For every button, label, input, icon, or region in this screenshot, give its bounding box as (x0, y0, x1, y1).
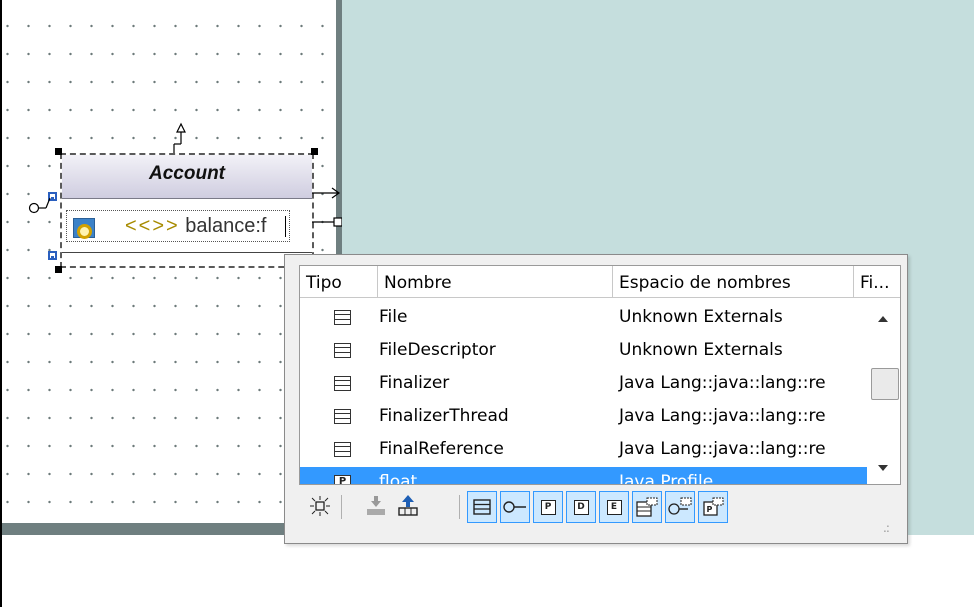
filter-template-classes-button[interactable] (632, 491, 662, 523)
import-button[interactable] (361, 491, 391, 523)
window-bottom-area (2, 535, 974, 607)
item-name: File (379, 307, 408, 327)
class-icon (334, 442, 351, 457)
uml-class-box[interactable]: Account <<>> balance:f (60, 153, 314, 268)
sunburst-icon (310, 496, 330, 516)
column-header-namespace[interactable]: Espacio de nombres (613, 266, 854, 298)
template-primitive-icon: P (703, 497, 724, 516)
list-item[interactable]: FileDescriptor Unknown Externals (300, 335, 867, 368)
template-interface-icon (668, 497, 692, 515)
scroll-thumb[interactable] (871, 368, 899, 400)
column-header-file[interactable]: Fi... (854, 266, 900, 298)
enumeration-filter-icon: E (606, 499, 622, 515)
add-operation-handle[interactable] (48, 251, 57, 260)
vertical-scrollbar[interactable] (867, 298, 900, 484)
item-namespace: Java Lang::java::lang::re (619, 406, 826, 426)
class-header[interactable]: Account (62, 155, 312, 199)
text-caret (285, 216, 286, 237)
class-icon (334, 343, 351, 358)
filter-interfaces-button[interactable] (500, 491, 530, 523)
datatype-filter-icon: D (573, 499, 589, 515)
attribute-text[interactable]: <<>> balance:f (125, 215, 266, 238)
primitive-icon: P (334, 475, 351, 484)
item-namespace: Java Lang::java::lang::re (619, 439, 826, 459)
show-all-button[interactable] (305, 491, 335, 523)
svg-text:P: P (707, 505, 713, 514)
class-filter-icon (473, 499, 491, 515)
association-arrow (312, 187, 341, 199)
export-arrow-icon (398, 495, 418, 516)
class-icon (334, 409, 351, 424)
filter-template-primitives-button[interactable]: P (698, 491, 728, 523)
class-name[interactable]: Account (62, 163, 312, 185)
attribute-value: balance:f (185, 215, 267, 237)
scroll-down-icon[interactable] (878, 465, 888, 471)
list-item-selected[interactable]: P float Java Profile (300, 467, 867, 485)
toolbar-separator (341, 495, 342, 519)
property-connector (312, 217, 342, 227)
compartment-divider (62, 252, 312, 253)
type-list[interactable]: Tipo Nombre Espacio de nombres Fi... Fil… (299, 265, 901, 485)
filter-enumerations-button[interactable]: E (599, 491, 629, 523)
filter-classes-button[interactable] (467, 491, 497, 523)
column-header-name[interactable]: Nombre (378, 266, 613, 298)
filter-primitives-button[interactable]: P (533, 491, 563, 523)
resize-handle-top-right[interactable] (311, 148, 318, 155)
item-name: Finalizer (379, 373, 450, 393)
class-icon (334, 310, 351, 325)
toolbar-separator (459, 495, 460, 519)
export-button[interactable] (393, 491, 423, 523)
item-namespace: Unknown Externals (619, 307, 783, 327)
filter-datatypes-button[interactable]: D (566, 491, 596, 523)
item-name: FinalReference (379, 439, 504, 459)
primitive-filter-icon: P (540, 499, 556, 515)
property-icon (73, 218, 95, 239)
item-name: float (379, 472, 418, 485)
interface-filter-icon (503, 501, 526, 513)
attribute-edit-field[interactable]: <<>> balance:f (66, 210, 290, 242)
stereotype-text: <<>> (125, 215, 180, 237)
resize-handle-top-left[interactable] (55, 148, 62, 155)
list-item[interactable]: FinalizerThread Java Lang::java::lang::r… (300, 401, 867, 434)
item-namespace: Unknown Externals (619, 340, 783, 360)
resize-grip-icon[interactable]: .: (883, 521, 890, 535)
scroll-up-icon[interactable] (878, 316, 888, 322)
filter-template-interfaces-button[interactable] (665, 491, 695, 523)
resize-handle-bottom-left[interactable] (55, 266, 62, 273)
import-arrow-icon (367, 496, 385, 515)
item-namespace: Java Lang::java::lang::re (619, 373, 826, 393)
item-name: FileDescriptor (379, 340, 496, 360)
column-header-type[interactable]: Tipo (300, 266, 378, 298)
list-item[interactable]: File Unknown Externals (300, 302, 867, 335)
list-item[interactable]: FinalReference Java Lang::java::lang::re (300, 434, 867, 467)
template-class-icon (636, 497, 658, 517)
item-name: FinalizerThread (379, 406, 509, 426)
list-item[interactable]: Finalizer Java Lang::java::lang::re (300, 368, 867, 401)
item-namespace: Java Profile (619, 472, 714, 485)
class-icon (334, 376, 351, 391)
type-completion-popup[interactable]: Tipo Nombre Espacio de nombres Fi... Fil… (284, 254, 908, 544)
port-connector (28, 197, 51, 214)
